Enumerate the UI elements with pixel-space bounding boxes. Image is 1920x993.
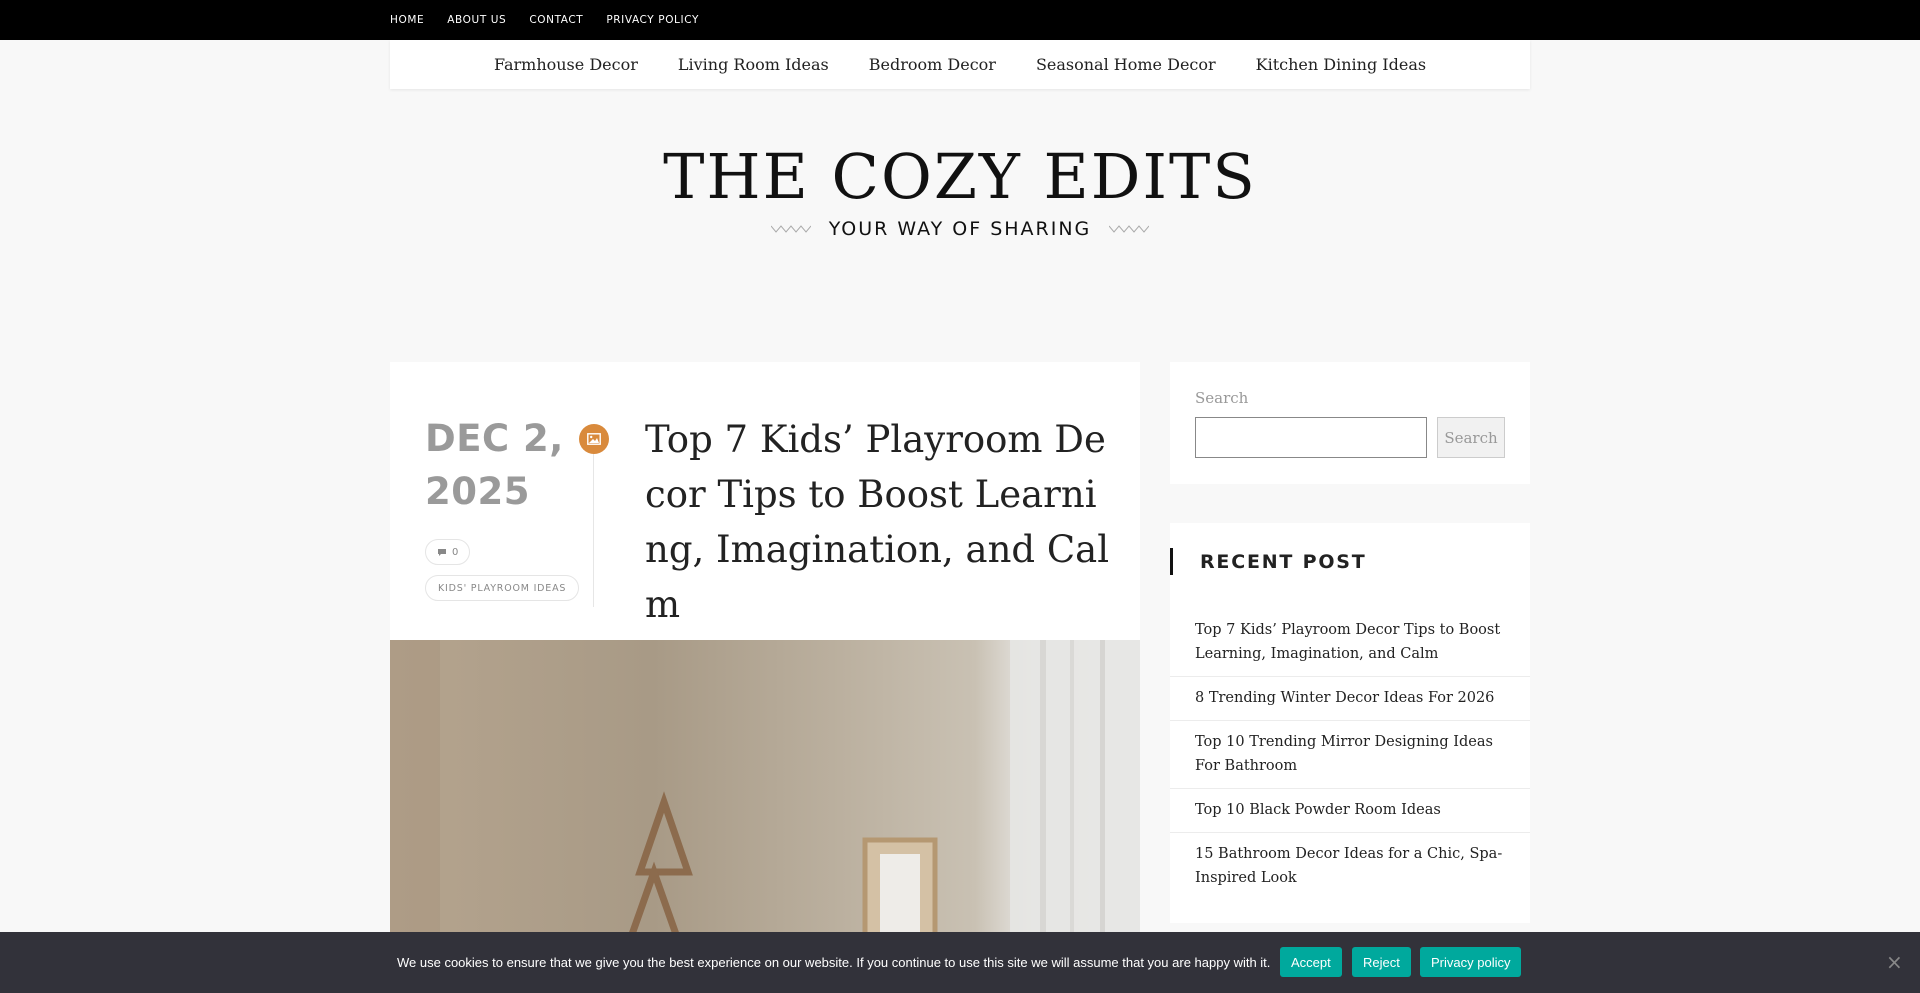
top-nav: HOME ABOUT US CONTACT PRIVACY POLICY [390,0,699,40]
recent-post-item[interactable]: 8 Trending Winter Decor Ideas For 2026 [1170,677,1530,721]
search-input[interactable] [1195,417,1427,458]
post-meta-divider [593,427,594,607]
post-date-year: 2025 [425,470,530,513]
site-title[interactable]: THE COZY EDITS [0,140,1920,213]
recent-posts-heading: RECENT POST [1200,551,1367,573]
nav-kitchen-dining-ideas[interactable]: Kitchen Dining Ideas [1256,55,1426,74]
recent-post-item[interactable]: Top 10 Trending Mirror Designing Ideas F… [1170,721,1530,789]
post-title[interactable]: Top 7 Kids’ Playroom Decor Tips to Boost… [645,412,1115,632]
cookie-accept-button[interactable]: Accept [1280,947,1342,977]
post-card: DEC 2, 2025 0 KIDS' PLAYROOM IDEAS Top 7… [390,362,1140,993]
cookie-privacy-policy-button[interactable]: Privacy policy [1420,947,1522,977]
cookie-consent-bar: We use cookies to ensure that we give yo… [0,932,1920,993]
top-nav-privacy-policy[interactable]: PRIVACY POLICY [606,14,699,26]
recent-post-item[interactable]: Top 10 Black Powder Room Ideas [1170,789,1530,833]
top-bar: HOME ABOUT US CONTACT PRIVACY POLICY [0,0,1920,40]
search-label: Search [1195,389,1249,407]
heading-accent-bar [1170,548,1173,575]
top-nav-home[interactable]: HOME [390,14,424,26]
recent-post-item[interactable]: Top 7 Kids’ Playroom Decor Tips to Boost… [1170,613,1530,677]
post-category-tag[interactable]: KIDS' PLAYROOM IDEAS [425,575,580,601]
squiggle-right-decoration [1109,225,1150,233]
nav-living-room-ideas[interactable]: Living Room Ideas [678,55,829,74]
recent-posts-widget: RECENT POST Top 7 Kids’ Playroom Decor T… [1170,523,1530,923]
image-format-icon [579,424,609,454]
comments-count: 0 [452,546,459,558]
image-icon [587,433,601,445]
recent-posts-list: Top 7 Kids’ Playroom Decor Tips to Boost… [1170,613,1530,900]
comments-count-badge[interactable]: 0 [425,539,471,565]
search-widget: Search Search [1170,362,1530,484]
main-nav: Farmhouse Decor Living Room Ideas Bedroo… [390,40,1530,89]
comment-icon [438,548,446,556]
nav-farmhouse-decor[interactable]: Farmhouse Decor [494,55,638,74]
nav-seasonal-home-decor[interactable]: Seasonal Home Decor [1036,55,1216,74]
cookie-reject-button[interactable]: Reject [1352,947,1411,977]
site-tagline: YOUR WAY OF SHARING [828,218,1092,240]
post-date[interactable]: DEC 2, 2025 [425,412,564,518]
squiggle-left-decoration [770,225,811,233]
close-icon[interactable]: × [1886,950,1903,974]
nav-bedroom-decor[interactable]: Bedroom Decor [869,55,996,74]
top-nav-about-us[interactable]: ABOUT US [447,14,506,26]
cookie-message: We use cookies to ensure that we give yo… [397,955,1271,970]
site-tagline-row: YOUR WAY OF SHARING [0,218,1920,240]
search-button[interactable]: Search [1437,417,1505,458]
recent-post-item[interactable]: 15 Bathroom Decor Ideas for a Chic, Spa-… [1170,833,1530,900]
top-nav-contact[interactable]: CONTACT [529,14,583,26]
post-date-day: DEC 2, [425,417,564,460]
